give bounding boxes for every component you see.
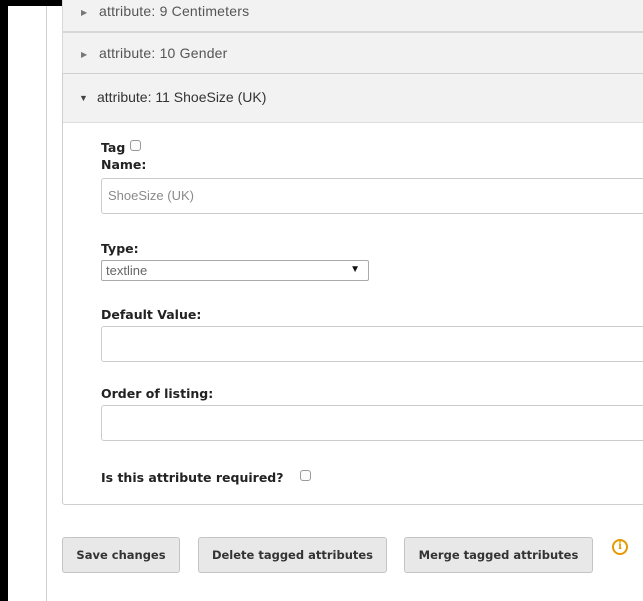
order-of-listing-label: Order of listing: [101,386,214,401]
type-select[interactable]: textline ▼ [101,260,369,281]
window-frame-left [0,0,8,601]
tag-label: Tag [101,140,126,155]
save-changes-button[interactable]: Save changes [62,537,180,573]
accordion-item-10[interactable]: ▶ attribute: 10 Gender [62,32,643,74]
content-divider [46,6,47,601]
name-input[interactable]: ShoeSize (UK) [101,178,643,214]
info-icon[interactable]: i [612,539,628,555]
caret-right-icon: ▶ [81,8,88,17]
order-of-listing-input[interactable] [101,405,643,441]
accordion-item-label: attribute: 9 Centimeters [99,3,250,19]
merge-tagged-attributes-button[interactable]: Merge tagged attributes [404,537,593,573]
caret-down-icon: ▼ [79,93,88,103]
accordion-item-11-panel: ▼ attribute: 11 ShoeSize (UK) Tag Name: … [62,73,643,505]
default-value-input[interactable] [101,326,643,362]
dropdown-arrow-icon: ▼ [350,264,360,275]
type-label: Type: [101,241,139,256]
accordion-item-label: attribute: 10 Gender [99,45,228,61]
required-label: Is this attribute required? [101,470,284,485]
delete-tagged-attributes-button[interactable]: Delete tagged attributes [198,537,387,573]
caret-right-icon: ▶ [81,50,88,59]
default-value-label: Default Value: [101,307,202,322]
type-select-value: textline [106,263,148,278]
tag-checkbox[interactable] [130,140,141,151]
accordion-item-11-header[interactable]: ▼ attribute: 11 ShoeSize (UK) [63,74,643,123]
name-label: Name: [101,157,147,172]
required-checkbox[interactable] [300,470,311,481]
accordion-item-label: attribute: 11 ShoeSize (UK) [97,89,267,105]
accordion-item-9[interactable]: ▶ attribute: 9 Centimeters [62,0,643,32]
